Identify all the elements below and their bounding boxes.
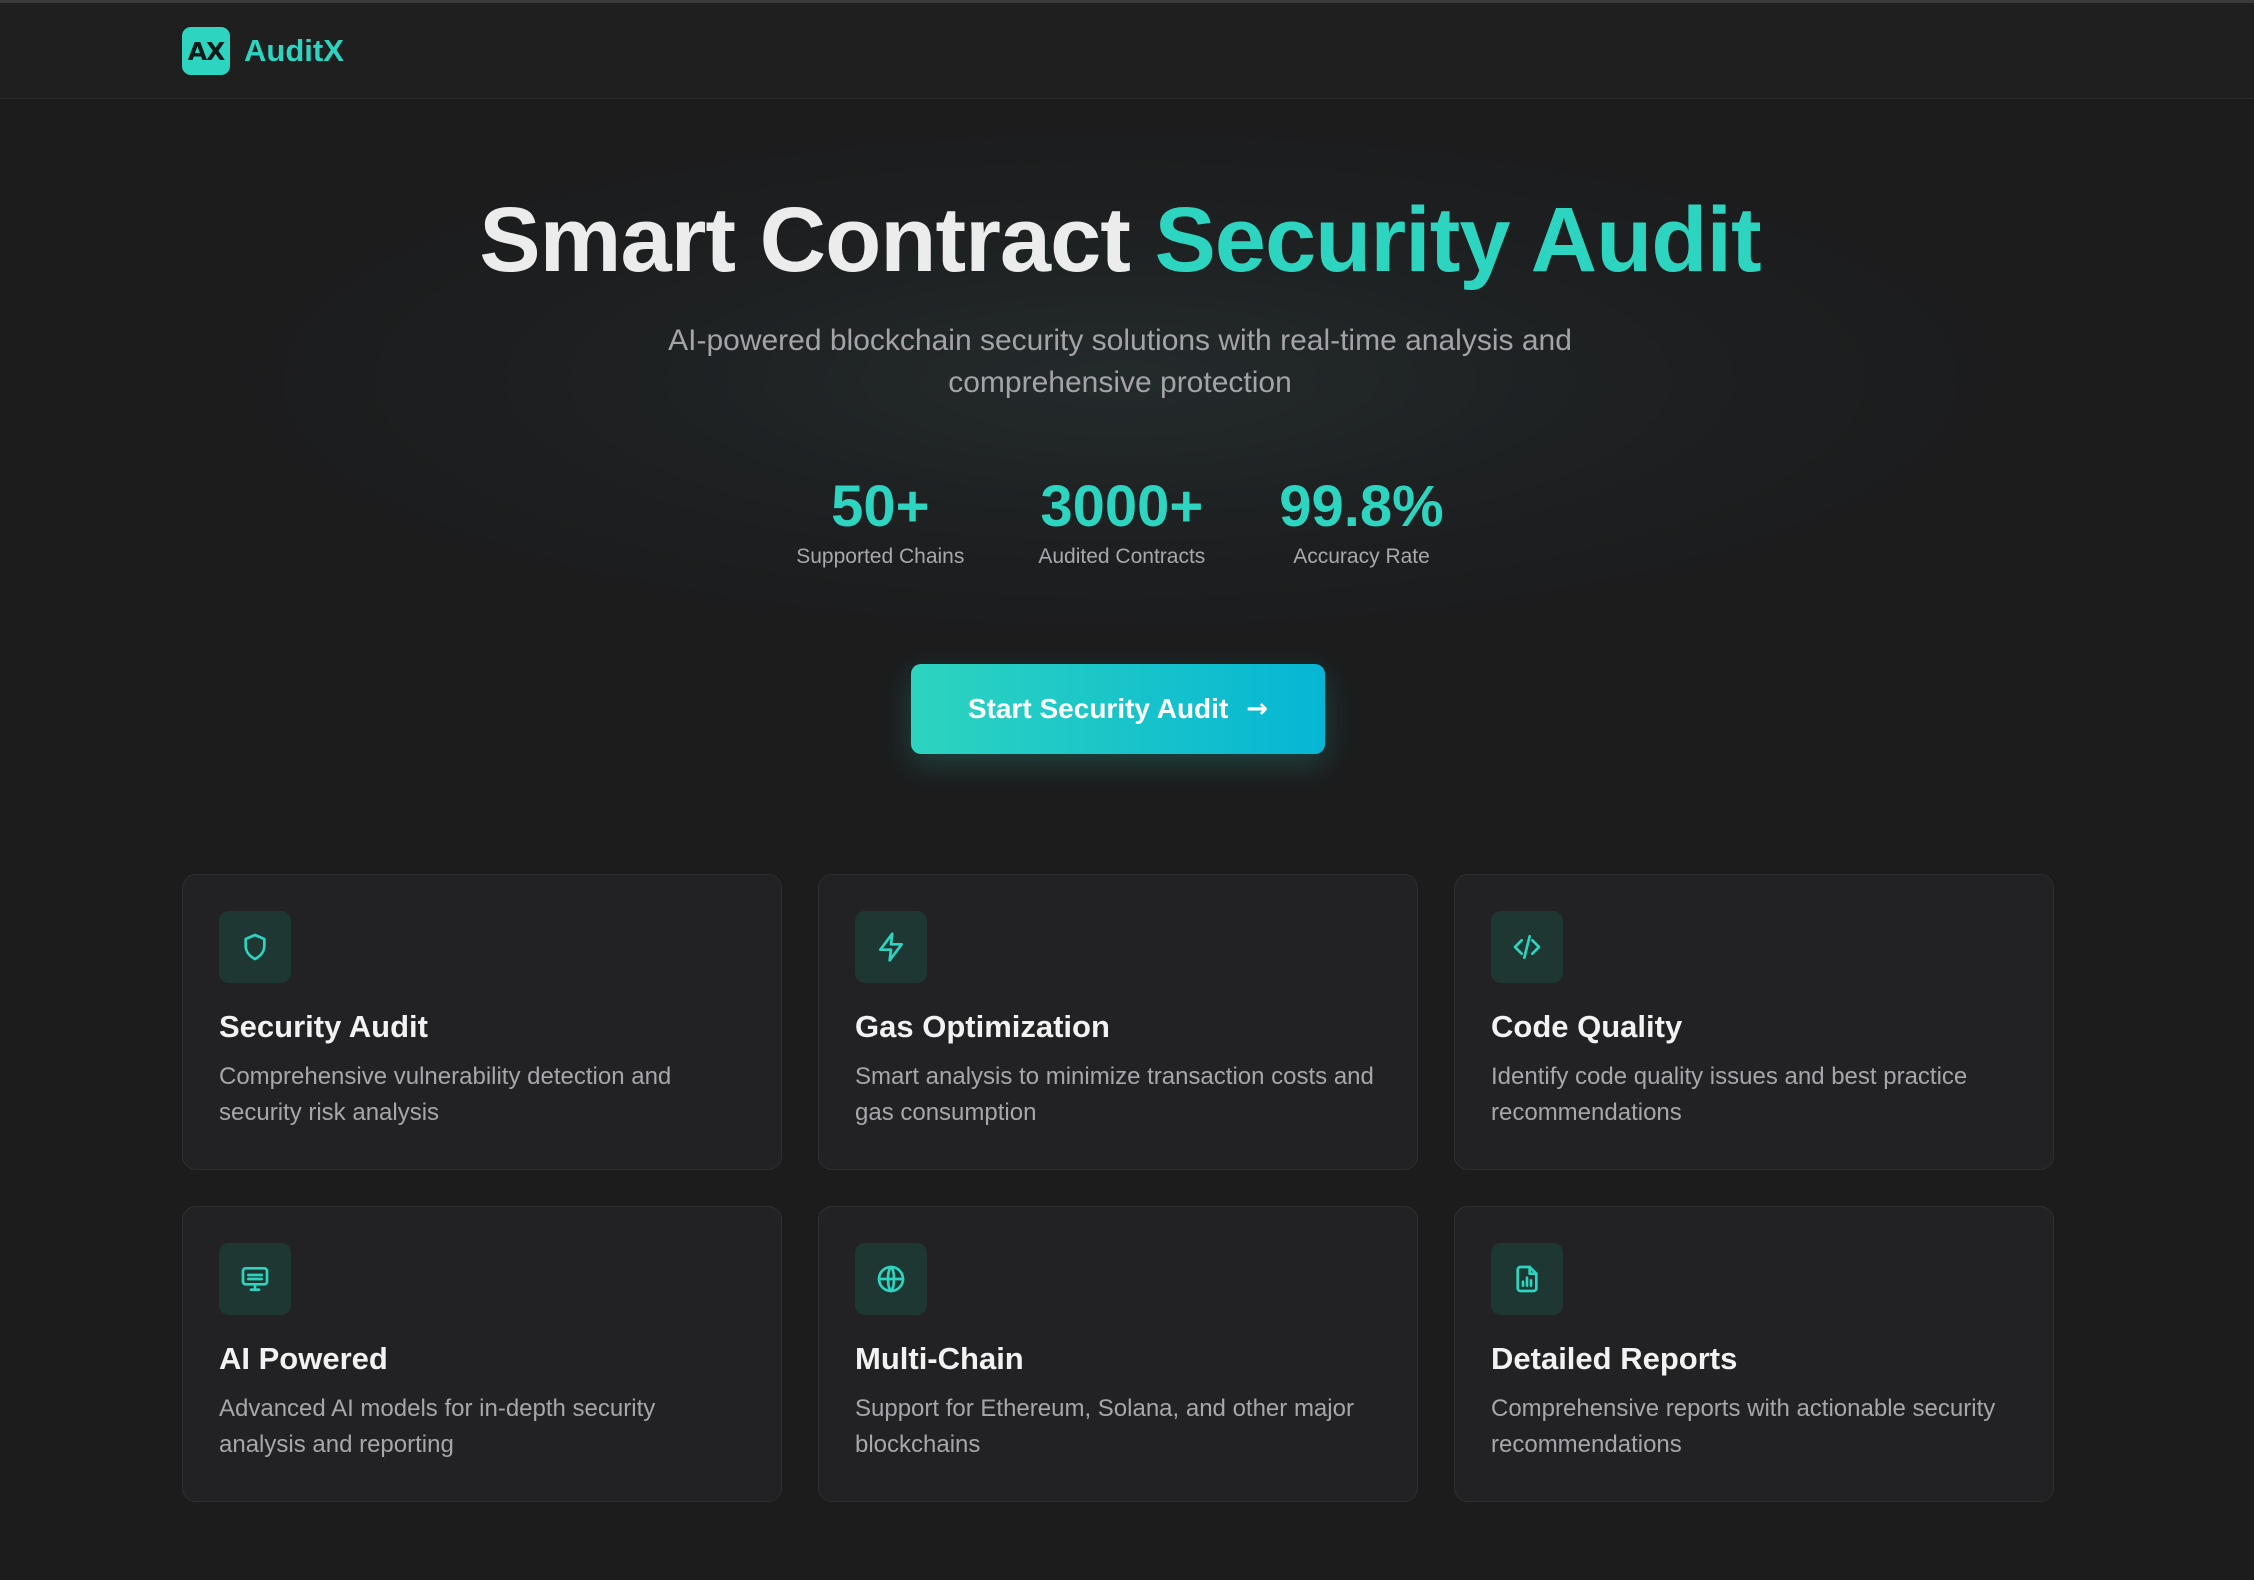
globe-icon <box>855 1243 927 1315</box>
lightning-icon <box>855 911 927 983</box>
feature-card-ai-powered[interactable]: AI Powered Advanced AI models for in-dep… <box>182 1206 782 1502</box>
stats-row: 50+ Supported Chains 3000+ Audited Contr… <box>0 472 2240 572</box>
logo-icon: AX <box>182 27 230 75</box>
hero-title: Smart Contract Security Audit <box>0 185 2240 295</box>
card-title: Detailed Reports <box>1491 1341 1738 1376</box>
stat-accuracy-rate: 99.8% Accuracy Rate <box>1279 472 1443 572</box>
card-title: Code Quality <box>1491 1009 1683 1044</box>
brand-link[interactable]: AX AuditX <box>182 27 344 75</box>
report-icon <box>1491 1243 1563 1315</box>
feature-card-security-audit[interactable]: Security Audit Comprehensive vulnerabili… <box>182 874 782 1170</box>
arrow-right-icon: → <box>1246 694 1269 724</box>
hero-subtitle: AI-powered blockchain security solutions… <box>668 324 1572 399</box>
stat-value: 99.8% <box>1279 474 1444 539</box>
stat-supported-chains: 50+ Supported Chains <box>796 472 964 572</box>
navbar: AX AuditX <box>0 3 2254 99</box>
stat-label: Accuracy Rate <box>1293 545 1430 568</box>
code-icon <box>1491 911 1563 983</box>
feature-card-multi-chain[interactable]: Multi-Chain Support for Ethereum, Solana… <box>818 1206 1418 1502</box>
hero-title-plain: Smart Contract <box>479 189 1131 291</box>
feature-card-detailed-reports[interactable]: Detailed Reports Comprehensive reports w… <box>1454 1206 2054 1502</box>
card-description: Advanced AI models for in-depth security… <box>219 1395 656 1458</box>
stat-value: 50+ <box>831 474 930 539</box>
hero-title-accent: Security Audit <box>1154 189 1761 291</box>
card-title: Multi-Chain <box>855 1341 1024 1376</box>
card-description: Smart analysis to minimize transaction c… <box>855 1063 1374 1126</box>
monitor-icon <box>219 1243 291 1315</box>
card-description: Identify code quality issues and best pr… <box>1491 1063 1968 1126</box>
brand-name: AuditX <box>244 33 344 68</box>
card-description: Support for Ethereum, Solana, and other … <box>855 1395 1354 1458</box>
feature-card-code-quality[interactable]: Code Quality Identify code quality issue… <box>1454 874 2054 1170</box>
card-description: Comprehensive vulnerability detection an… <box>219 1063 672 1126</box>
stat-value: 3000+ <box>1040 474 1204 539</box>
stat-label: Supported Chains <box>796 545 965 568</box>
card-title: AI Powered <box>219 1341 388 1376</box>
feature-grid: Security Audit Comprehensive vulnerabili… <box>182 874 2055 1502</box>
card-title: Security Audit <box>219 1009 428 1044</box>
feature-card-gas-optimization[interactable]: Gas Optimization Smart analysis to minim… <box>818 874 1418 1170</box>
stat-label: Audited Contracts <box>1038 545 1206 568</box>
page: AX AuditX Smart Contract Security Audit … <box>0 0 2254 1580</box>
shield-icon <box>219 911 291 983</box>
card-description: Comprehensive reports with actionable se… <box>1491 1395 1996 1458</box>
stat-audited-contracts: 3000+ Audited Contracts <box>1038 472 1205 572</box>
cta-label: Start Security Audit <box>967 693 1229 724</box>
card-title: Gas Optimization <box>855 1009 1110 1044</box>
start-security-audit-button[interactable]: Start Security Audit → <box>911 664 1325 754</box>
